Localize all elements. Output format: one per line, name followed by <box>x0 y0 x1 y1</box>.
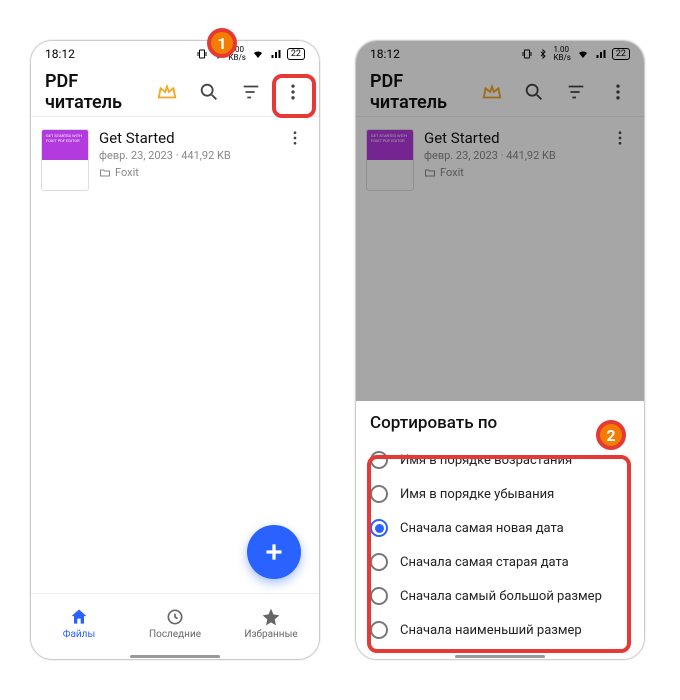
sort-title: Сортировать по <box>370 413 630 433</box>
radio-icon <box>370 621 388 639</box>
radio-icon <box>370 587 388 605</box>
phone-screenshot-2: 18:12 1.00KB/s 22 PDF читатель <box>355 40 645 660</box>
home-indicator <box>455 655 545 658</box>
fab-add-button[interactable] <box>247 525 301 579</box>
sort-option-name-desc[interactable]: Имя в порядке убывания <box>370 477 630 511</box>
file-folder: Foxit <box>424 166 596 179</box>
bottom-nav: Файлы Последние Избранные <box>31 593 319 653</box>
folder-icon <box>424 167 436 179</box>
radio-icon <box>370 451 388 469</box>
file-meta: февр. 23, 2023 · 441,92 KB <box>99 149 271 162</box>
sort-option-date-oldest[interactable]: Сначала самая старая дата <box>370 545 630 579</box>
signal-icon <box>270 48 282 60</box>
search-icon <box>523 81 545 103</box>
callout-badge-1: 1 <box>207 28 237 58</box>
file-name: Get Started <box>424 129 596 147</box>
file-info: Get Started февр. 23, 2023 · 441,92 KB F… <box>99 129 271 179</box>
radio-icon <box>370 485 388 503</box>
crown-icon <box>156 81 178 103</box>
search-icon <box>198 81 220 103</box>
more-icon <box>283 82 303 102</box>
radio-icon <box>370 553 388 571</box>
file-more-button[interactable] <box>606 129 634 147</box>
plus-icon <box>261 539 287 565</box>
file-folder: Foxit <box>99 166 271 179</box>
sort-button[interactable] <box>233 74 269 110</box>
signal-icon <box>595 48 607 60</box>
nav-files[interactable]: Файлы <box>31 594 127 653</box>
phone-screenshot-1: 18:12 1.00KB/s 22 PDF читатель <box>30 40 320 660</box>
vibrate-icon <box>521 48 533 60</box>
file-more-button[interactable] <box>281 129 309 147</box>
premium-button[interactable] <box>474 74 510 110</box>
file-name: Get Started <box>99 129 271 147</box>
battery-icon: 22 <box>612 48 630 60</box>
crown-icon <box>481 81 503 103</box>
file-row[interactable]: GET STARTED WITH FOXIT PDF EDITOR Get St… <box>31 117 319 203</box>
more-icon <box>608 82 628 102</box>
sort-option-size-smallest[interactable]: Сначала наименьший размер <box>370 613 630 647</box>
status-bar: 18:12 1.00KB/s 22 <box>356 41 644 67</box>
file-thumbnail: GET STARTED WITH FOXIT PDF EDITOR <box>41 129 89 191</box>
sort-button[interactable] <box>558 74 594 110</box>
home-icon <box>69 607 89 627</box>
sort-options: Имя в порядке возрастания Имя в порядке … <box>370 443 630 647</box>
status-bar: 18:12 1.00KB/s 22 <box>31 41 319 67</box>
file-thumbnail: GET STARTED WITH FOXIT PDF EDITOR <box>366 129 414 191</box>
status-time: 18:12 <box>370 47 400 61</box>
home-indicator <box>130 655 220 658</box>
wifi-icon <box>576 48 590 60</box>
radio-icon <box>370 519 388 537</box>
sort-option-date-newest[interactable]: Сначала самая новая дата <box>370 511 630 545</box>
more-icon <box>286 129 304 147</box>
nav-favorites[interactable]: Избранные <box>223 594 319 653</box>
file-row[interactable]: GET STARTED WITH FOXIT PDF EDITOR Get St… <box>356 117 644 203</box>
search-button[interactable] <box>516 74 552 110</box>
sort-option-size-largest[interactable]: Сначала самый большой размер <box>370 579 630 613</box>
wifi-icon <box>251 48 265 60</box>
battery-icon: 22 <box>287 48 305 60</box>
bluetooth-icon <box>538 48 548 60</box>
app-toolbar: PDF читатель <box>356 67 644 117</box>
net-speed: 1.00KB/s <box>553 46 570 62</box>
app-toolbar: PDF читатель <box>31 67 319 117</box>
folder-icon <box>99 167 111 179</box>
app-title: PDF читатель <box>45 71 143 113</box>
sort-icon <box>240 81 262 103</box>
callout-badge-2: 2 <box>596 420 626 450</box>
file-info: Get Started февр. 23, 2023 · 441,92 KB F… <box>424 129 596 179</box>
more-button[interactable] <box>275 74 311 110</box>
clock-icon <box>165 607 185 627</box>
more-button[interactable] <box>600 74 636 110</box>
status-time: 18:12 <box>45 47 75 61</box>
premium-button[interactable] <box>149 74 185 110</box>
file-meta: февр. 23, 2023 · 441,92 KB <box>424 149 596 162</box>
nav-recent[interactable]: Последние <box>127 594 223 653</box>
sort-option-name-asc[interactable]: Имя в порядке возрастания <box>370 443 630 477</box>
app-title: PDF читатель <box>370 71 468 113</box>
search-button[interactable] <box>191 74 227 110</box>
status-icons: 1.00KB/s 22 <box>521 46 630 62</box>
more-icon <box>611 129 629 147</box>
sort-icon <box>565 81 587 103</box>
vibrate-icon <box>196 48 208 60</box>
star-icon <box>261 607 281 627</box>
